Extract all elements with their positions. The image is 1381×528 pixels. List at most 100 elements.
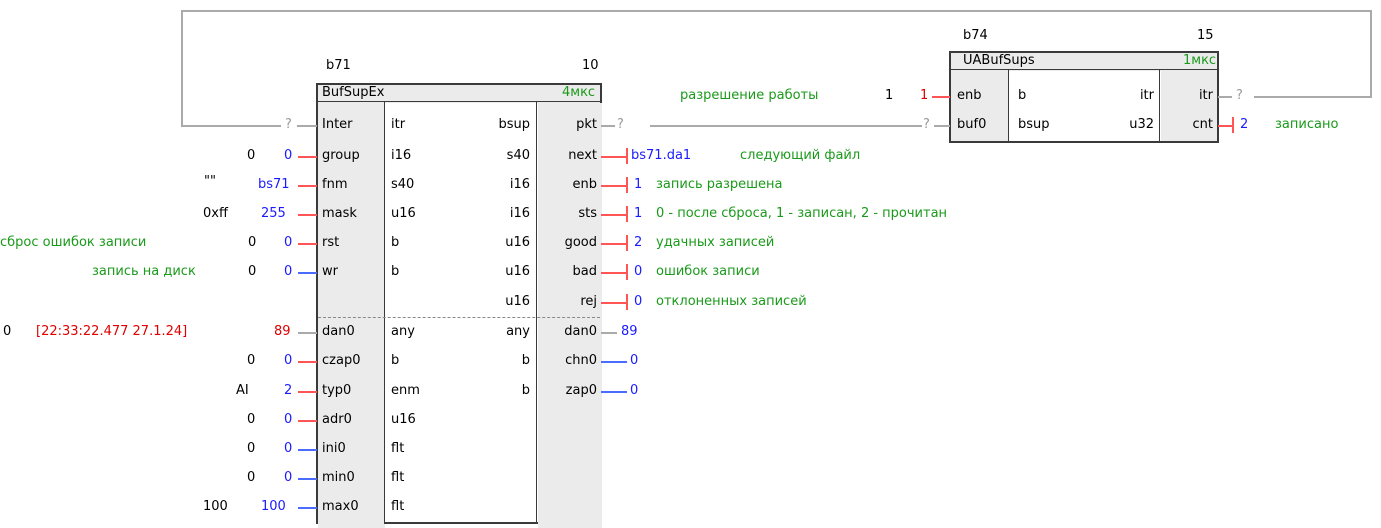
b71-max0-pin — [298, 507, 317, 509]
b71-next-value[interactable]: bs71.da1 — [631, 148, 691, 164]
b71-sts-value[interactable]: 1 — [634, 206, 642, 222]
b71-adr0-value[interactable]: 0 — [284, 412, 292, 428]
b74-buf0-unconnected: ? — [923, 117, 930, 132]
b71-dan0-out-value[interactable]: 89 — [621, 324, 638, 340]
b71-in-type: flt — [391, 441, 405, 456]
b71-bad-value[interactable]: 0 — [634, 264, 642, 280]
b74-in-name: buf0 — [957, 117, 987, 132]
b71-group-value[interactable]: 0 — [284, 148, 292, 164]
b74-enb-value[interactable]: 1 — [920, 88, 928, 104]
b71-in-type: b — [391, 235, 400, 250]
b71-chn0-value[interactable]: 0 — [630, 353, 638, 369]
b71-min0-pin — [298, 478, 317, 480]
b71-mask-pin — [298, 214, 317, 216]
b71-out-name: dan0 — [564, 324, 597, 339]
b74-itr-pin — [1218, 96, 1232, 98]
b71-in-type: b — [391, 264, 400, 279]
b71-wr-const: 0 — [248, 264, 257, 279]
b71-col-sep-1 — [384, 101, 385, 524]
b71-fnm-value[interactable]: bs71 — [258, 177, 290, 193]
b71-max0-value[interactable]: 100 — [261, 499, 286, 515]
b71-rej-stub — [601, 302, 627, 304]
b71-in-type: flt — [391, 470, 405, 485]
b74-id: b74 — [963, 28, 988, 43]
b71-enb-value[interactable]: 1 — [634, 177, 642, 193]
b71-dan0-pin — [298, 332, 317, 334]
b71-rst-value[interactable]: 0 — [284, 235, 292, 251]
b71-enb-label: запись разрешена — [656, 177, 783, 192]
b74-out-type: u32 — [1129, 117, 1154, 132]
b71-in-name: wr — [322, 264, 338, 279]
b71-group-pin — [298, 156, 317, 158]
b71-adr0-const: 0 — [247, 412, 256, 427]
b71-ini0-const: 0 — [247, 441, 256, 456]
b71-good-value[interactable]: 2 — [634, 235, 642, 251]
b71-min0-value[interactable]: 0 — [284, 470, 292, 486]
b71-bad-label: ошибок записи — [656, 264, 760, 279]
b71-out-type: b — [521, 383, 530, 398]
b71-ini0-value[interactable]: 0 — [284, 441, 292, 457]
b71-dan0-const: 0 — [3, 324, 12, 339]
b74-title-sep — [951, 69, 1217, 70]
b71-out-type: u16 — [505, 264, 530, 279]
b74-in-type: bsup — [1018, 117, 1050, 132]
b71-bad-stub — [601, 272, 627, 274]
b71-dan0-out-pin — [601, 332, 617, 334]
b71-rej-value[interactable]: 0 — [634, 294, 642, 310]
b71-typ0-value[interactable]: 2 — [284, 383, 292, 399]
b71-pkt-unconnected: ? — [617, 117, 624, 132]
b71-typ0-pin — [298, 391, 317, 393]
b71-next-label: следующий файл — [740, 148, 861, 163]
b71-rst-label: сброс ошибок записи — [0, 235, 147, 250]
b71-group-const: 0 — [247, 148, 256, 163]
b71-order: 10 — [582, 58, 599, 73]
b71-sts-label: 0 - после сброса, 1 - записан, 2 - прочи… — [656, 206, 948, 221]
b71-out-name: bad — [572, 264, 597, 279]
b71-title-sep — [318, 101, 600, 102]
b74-out-type: itr — [1139, 88, 1154, 103]
b71-in-type: u16 — [391, 412, 416, 427]
b71-rst-const: 0 — [248, 235, 257, 250]
b71-czap0-const: 0 — [247, 353, 256, 368]
b74-cnt-value[interactable]: 2 — [1240, 117, 1248, 133]
b74-type: UABufSups — [963, 53, 1035, 68]
b71-typ0-const: AI — [236, 383, 249, 398]
b74-cnt-label: записано — [1275, 117, 1339, 132]
b71-next-stub — [601, 156, 627, 158]
b71-col-sep-2 — [536, 101, 537, 524]
b71-dan0-value[interactable]: 89 — [274, 324, 291, 340]
b71-wr-value[interactable]: 0 — [284, 264, 292, 280]
b74-enb-label: разрешение работы — [680, 88, 819, 103]
b71-mask-const: 0xff — [203, 206, 228, 221]
b71-out-name: next — [568, 148, 597, 163]
b71-out-name: enb — [572, 177, 598, 192]
b71-adr0-pin — [298, 420, 317, 422]
b71-good-label: удачных записей — [656, 235, 775, 250]
b71-in-name: group — [322, 148, 360, 163]
b71-min0-const: 0 — [247, 470, 256, 485]
b71-rst-pin — [298, 243, 317, 245]
b71-in-type: any — [391, 324, 415, 339]
b71-out-type: i16 — [509, 177, 530, 192]
b71-out-type: bsup — [498, 117, 530, 132]
b71-enb-stub — [601, 185, 627, 187]
b71-czap0-value[interactable]: 0 — [284, 353, 292, 369]
b71-in-type: itr — [391, 117, 406, 132]
b71-in-type: s40 — [391, 177, 415, 192]
b71-in-name: Inter — [322, 117, 353, 132]
b71-max0-const: 100 — [203, 499, 228, 514]
b71-out-type: s40 — [506, 148, 530, 163]
b71-wr-label: запись на диск — [92, 264, 196, 279]
b71-in-name: adr0 — [322, 412, 352, 427]
b71-fnm-const: "" — [204, 174, 216, 189]
b71-fnm-pin — [298, 185, 317, 187]
loop-line-right — [1370, 10, 1372, 98]
b71-out-type: u16 — [505, 294, 530, 309]
link-pkt-buf0 — [650, 125, 922, 127]
b71-out-type: u16 — [505, 235, 530, 250]
b71-in-name: min0 — [322, 470, 355, 485]
b71-mask-value[interactable]: 255 — [261, 206, 286, 222]
b71-id: b71 — [326, 58, 351, 73]
b74-in-type: b — [1018, 88, 1027, 103]
b71-zap0-value[interactable]: 0 — [630, 383, 638, 399]
